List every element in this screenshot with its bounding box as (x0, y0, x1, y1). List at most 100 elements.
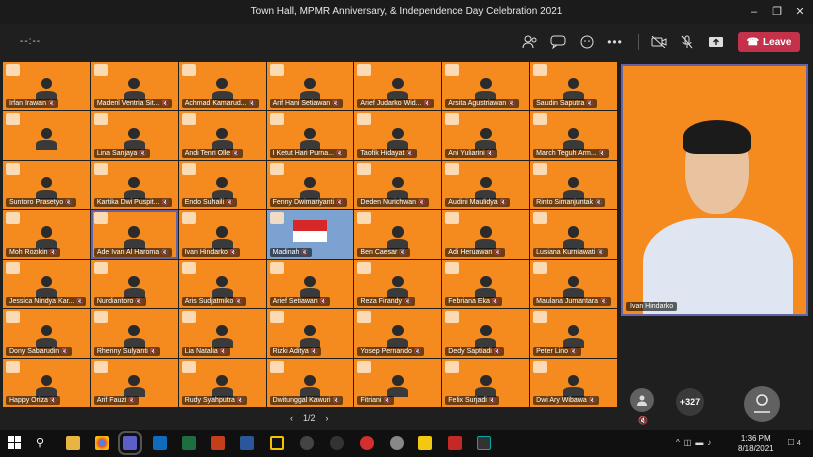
word-icon[interactable] (240, 436, 254, 450)
participant-tile[interactable]: Ben Caesar 🔇 (354, 210, 442, 259)
app-icon[interactable] (270, 436, 284, 450)
teams-icon[interactable] (118, 431, 142, 455)
participant-tile[interactable]: Rinto Simanjuntak 🔇 (530, 160, 617, 210)
chrome-icon[interactable] (95, 436, 109, 450)
more-options-button[interactable]: ••• (605, 33, 625, 51)
participant-tile[interactable]: Achmad Kamarud... 🔇 (178, 62, 266, 111)
maximize-button[interactable]: ❐ (769, 4, 785, 20)
app-icon[interactable] (448, 436, 462, 450)
spotlight-video[interactable]: Ivan Hindarko (621, 64, 808, 316)
participant-tile[interactable]: March Teguh Arm... 🔇 (530, 111, 617, 160)
participant-tile[interactable]: Happy Oriza 🔇 (3, 358, 90, 407)
participant-name: Dony Sabarudin (9, 347, 60, 355)
participant-tile[interactable]: Ani Yuliarini 🔇 (442, 111, 530, 160)
participant-tile[interactable]: Reza Firandy 🔇 (354, 259, 442, 309)
participant-name-label: Suntoro Prasetyo 🔇 (6, 198, 76, 208)
camera-toggle-button[interactable] (649, 33, 669, 51)
taskbar-clock[interactable]: 1:36 PM 8/18/2021 (738, 434, 774, 454)
participant-tile[interactable]: Arif Fauzi 🔇 (90, 358, 178, 407)
participant-tile[interactable]: Kartika Dwi Puspit... 🔇 (90, 160, 178, 210)
participant-name: Endo Suhaili (184, 199, 225, 207)
participant-tile[interactable]: Rhenny Sulyanti 🔇 (90, 309, 178, 358)
participant-tile[interactable]: Dwitunggal Kawuri 🔇 (266, 358, 354, 407)
app-icon[interactable] (418, 436, 432, 450)
participant-tile[interactable]: Endo Suhaili 🔇 (178, 160, 266, 210)
participant-tile[interactable] (3, 111, 90, 160)
participant-tile[interactable]: Yosep Pernando 🔇 (354, 309, 442, 358)
previous-page-button[interactable]: ‹ (290, 413, 293, 423)
close-window-button[interactable]: ✕ (792, 4, 808, 20)
participants-button[interactable] (520, 33, 540, 51)
participant-name-label: Maderil Ventria Sit... 🔇 (93, 99, 172, 109)
event-logo (93, 360, 108, 373)
participant-tile[interactable]: Ade Ivan Al Haroma 🔇 (90, 210, 178, 259)
outlook-icon[interactable] (153, 436, 167, 450)
participant-avatar[interactable] (630, 388, 654, 412)
powerpoint-icon[interactable] (211, 436, 225, 450)
participant-tile[interactable]: Aris Sudjatmiko 🔇 (178, 259, 266, 309)
participant-tile[interactable]: Peter Lino 🔇 (530, 309, 617, 358)
event-logo (269, 113, 284, 126)
participant-tile[interactable]: Dony Sabarudin 🔇 (3, 309, 90, 358)
app-icon[interactable] (477, 436, 491, 450)
participant-name: Ivan Hindarko (184, 248, 228, 256)
muted-mic-icon: 🔇 (332, 101, 340, 108)
participant-tile[interactable]: Ivan Hindarko 🔇 (178, 210, 266, 259)
participant-tile[interactable]: I Ketut Hari Purna... 🔇 (266, 111, 354, 160)
participant-tile[interactable]: Febriana Eka 🔇 (442, 259, 530, 309)
participant-tile[interactable]: Suntoro Prasetyo 🔇 (3, 160, 90, 210)
muted-mic-icon: 🔇 (229, 249, 238, 256)
participant-tile[interactable]: Rizki Aditya 🔇 (266, 309, 354, 358)
participant-tile[interactable]: Maderil Ventria Sit... 🔇 (90, 62, 178, 111)
app-icon[interactable] (330, 436, 344, 450)
participant-tile[interactable]: Lusiana Kurniawati 🔇 (530, 210, 617, 259)
participant-name: Lina Sanjaya (96, 149, 138, 157)
search-icon[interactable]: ⚲ (36, 436, 50, 450)
participant-tile[interactable]: Arif Hani Setiawan 🔇 (266, 62, 354, 111)
app-icon[interactable] (360, 436, 374, 450)
participant-tile[interactable]: Taofik Hidayat 🔇 (354, 111, 442, 160)
participant-tile[interactable]: Jessica Nindya Kar... 🔇 (3, 259, 90, 309)
participant-tile[interactable]: Moh Rozikin 🔇 (3, 210, 90, 259)
participant-name-label: Arif Hani Setiawan 🔇 (269, 99, 343, 109)
app-icon[interactable] (300, 436, 314, 450)
mic-toggle-button[interactable] (677, 33, 697, 51)
participant-tile[interactable]: Andi Tenri Olle 🔇 (178, 111, 266, 160)
excel-icon[interactable] (182, 436, 196, 450)
system-tray-icons[interactable]: ^◫▬♪ (676, 438, 715, 447)
chat-button[interactable] (548, 33, 568, 51)
participant-tile[interactable]: Nurdiantoro 🔇 (90, 259, 178, 309)
participant-tile[interactable]: Lia Natalia 🔇 (178, 309, 266, 358)
participant-tile[interactable]: Lina Sanjaya 🔇 (90, 111, 178, 160)
participant-tile[interactable]: Arief Judarko Wid... 🔇 (354, 62, 442, 111)
participant-tile[interactable]: Dedy Saptiadi 🔇 (442, 309, 530, 358)
participant-tile[interactable]: Maulana Jumantara 🔇 (530, 259, 617, 309)
next-page-button[interactable]: › (326, 413, 329, 423)
participant-tile[interactable]: Fenny Dwimariyanti 🔇 (266, 160, 354, 210)
file-explorer-icon[interactable] (66, 436, 80, 450)
minimize-button[interactable]: – (746, 4, 762, 20)
self-avatar[interactable] (744, 386, 780, 422)
participant-tile[interactable]: Audini Maulidya 🔇 (442, 160, 530, 210)
more-participants-button[interactable]: +327 (676, 388, 704, 416)
share-screen-button[interactable] (706, 33, 726, 51)
participant-tile[interactable]: Arief Setiawan 🔇 (266, 259, 354, 309)
participant-tile[interactable]: Fitriani 🔇 (354, 358, 442, 407)
reactions-button[interactable] (577, 33, 597, 51)
participant-tile[interactable]: Dwi Ary Wibawa 🔇 (530, 358, 617, 407)
participant-tile[interactable]: Irfan Irawan 🔇 (3, 62, 90, 111)
participant-tile[interactable]: Madinah 🔇 (266, 210, 354, 259)
app-icon[interactable] (390, 436, 404, 450)
participant-tile[interactable]: Saudin Saputra 🔇 (530, 62, 617, 111)
participant-tile[interactable]: Arsita Agustriawan 🔇 (442, 62, 530, 111)
participant-tile[interactable]: Felix Surjadi 🔇 (442, 358, 530, 407)
event-logo (533, 212, 548, 225)
leave-button[interactable]: ☎ Leave (738, 32, 800, 52)
participant-tile[interactable]: Deden Nurichwan 🔇 (354, 160, 442, 210)
start-icon[interactable] (8, 436, 22, 450)
participant-name: Nurdiantoro (96, 298, 134, 306)
participant-tile[interactable]: Rudy Syahputra 🔇 (178, 358, 266, 407)
participant-tile[interactable]: Adi Heruawan 🔇 (442, 210, 530, 259)
notification-center-button[interactable]: □ 4 (788, 437, 801, 448)
participant-name-label: Lusiana Kurniawati 🔇 (533, 247, 608, 257)
